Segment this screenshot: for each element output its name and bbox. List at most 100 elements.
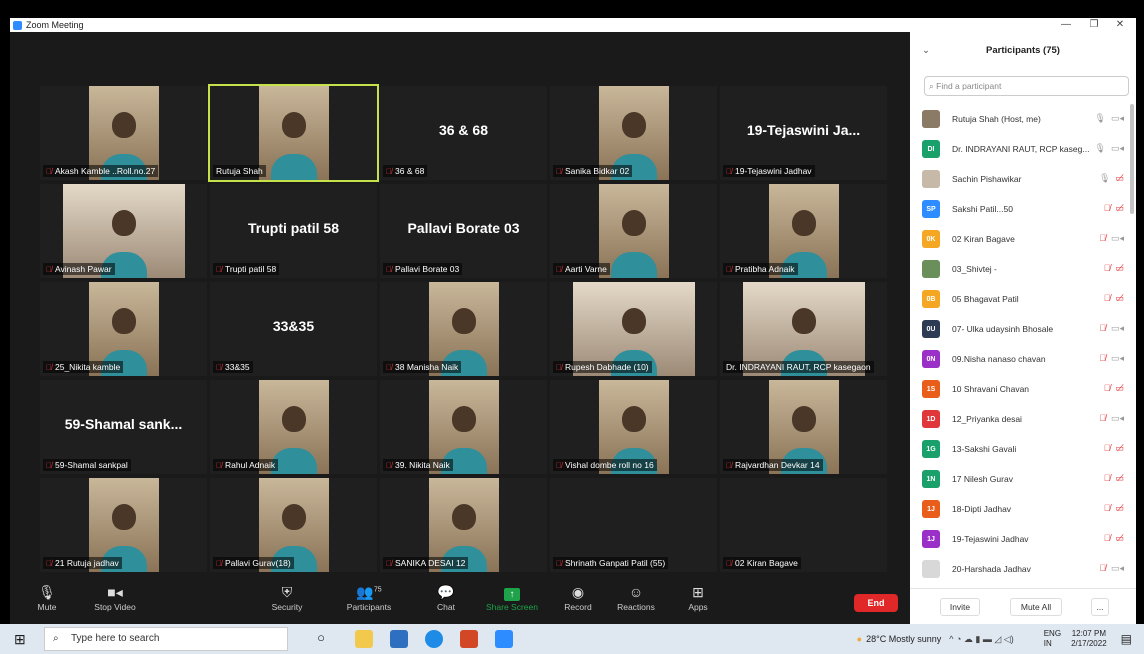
muted-mic-icon[interactable]: 🎙̸ (1104, 443, 1111, 453)
microphone-icon[interactable]: 🎙 (1095, 143, 1106, 153)
video-tile[interactable]: 🎙̸ Shrinath Ganpati Patil (55) (550, 478, 717, 572)
video-tile[interactable]: 36 & 68 🎙̸ 36 & 68 (380, 86, 547, 180)
clock[interactable]: 12:07 PM 2/17/2022 (1071, 629, 1107, 649)
chevron-down-icon[interactable]: ⌄ (922, 32, 930, 70)
muted-mic-icon[interactable]: 🎙̸ (1099, 233, 1106, 243)
camera-off-icon[interactable]: ▭̸ (1115, 533, 1124, 543)
video-tile[interactable]: 🎙̸ Akash Kamble ..Roll.no.27 (40, 86, 207, 180)
participant-row[interactable]: 1J 19-Tejaswini Jadhav 🎙̸ ▭̸ (910, 524, 1136, 554)
muted-mic-icon[interactable]: 🎙̸ (1104, 503, 1111, 513)
participant-row[interactable]: SP Sakshi Patil...50 🎙̸ ▭̸ (910, 194, 1136, 224)
muted-mic-icon[interactable]: 🎙̸ (1099, 353, 1106, 363)
video-tile[interactable]: 🎙̸ Vishal dombe roll no 16 (550, 380, 717, 474)
video-tile[interactable]: 🎙̸ Pratibha Adnaik (720, 184, 887, 278)
camera-icon[interactable]: ▭◂ (1111, 413, 1124, 423)
mail-icon[interactable] (390, 630, 408, 648)
camera-off-icon[interactable]: ▭̸ (1115, 503, 1124, 513)
minimize-icon[interactable]: — (1054, 18, 1078, 32)
mute-all-button[interactable]: Mute All (1010, 598, 1062, 616)
edge-icon[interactable] (425, 630, 443, 648)
participant-row[interactable]: 1S 10 Shravani Chavan 🎙̸ ▭̸ (910, 374, 1136, 404)
security-button[interactable]: ⛨ Security (265, 584, 309, 612)
camera-icon[interactable]: ▭◂ (1111, 353, 1124, 363)
chat-button[interactable]: 💬 Chat (431, 584, 461, 612)
participants-button[interactable]: 👥75 Participants (343, 584, 395, 612)
muted-mic-icon[interactable]: 🎙̸ (1104, 203, 1111, 213)
video-tile[interactable]: 🎙̸ 25_Nikita kamble (40, 282, 207, 376)
video-tile[interactable]: 🎙̸ Sanika Bidkar 02 (550, 86, 717, 180)
participant-row[interactable]: 1D 12_Priyanka desai 🎙̸ ▭◂ (910, 404, 1136, 434)
participant-row[interactable]: 1G 13-Sakshi Gavali 🎙̸ ▭̸ (910, 434, 1136, 464)
participant-row[interactable]: 0K 02 Kiran Bagave 🎙̸ ▭◂ (910, 224, 1136, 254)
notification-icon[interactable]: ▤ (1121, 632, 1132, 646)
camera-off-icon[interactable]: ▭̸ (1115, 263, 1124, 273)
participant-row[interactable]: DI Dr. INDRAYANI RAUT, RCP kaseg... 🎙 ▭◂ (910, 134, 1136, 164)
maximize-icon[interactable]: ❐ (1082, 18, 1106, 32)
camera-off-icon[interactable]: ▭̸ (1115, 203, 1124, 213)
scrollbar[interactable] (1130, 104, 1134, 214)
participant-row[interactable]: 0B 05 Bhagavat Patil 🎙̸ ▭̸ (910, 284, 1136, 314)
participant-row[interactable]: Sachin Pishawikar 🎙 ▭̸ (910, 164, 1136, 194)
video-tile[interactable]: 🎙̸ Rupesh Dabhade (10) (550, 282, 717, 376)
cortana-icon[interactable]: ○ (312, 630, 330, 648)
muted-mic-icon[interactable]: 🎙̸ (1104, 473, 1111, 483)
participant-row[interactable]: 1J 18-Dipti Jadhav 🎙̸ ▭̸ (910, 494, 1136, 524)
video-tile[interactable]: Trupti patil 58 🎙̸ Trupti patil 58 (210, 184, 377, 278)
reactions-button[interactable]: ☺ Reactions (614, 584, 658, 612)
video-tile[interactable]: Dr. INDRAYANI RAUT, RCP kasegaon (720, 282, 887, 376)
video-tile[interactable]: 59-Shamal sank... 🎙̸ 59-Shamal sankpal (40, 380, 207, 474)
video-tile[interactable]: 🎙̸ Rahul Adnaik (210, 380, 377, 474)
language-indicator[interactable]: ENG IN (1044, 629, 1061, 649)
camera-icon[interactable]: ▭◂ (1111, 233, 1124, 243)
stop-video-button[interactable]: ■◂ Stop Video (90, 584, 140, 612)
muted-mic-icon[interactable]: 🎙̸ (1099, 563, 1106, 573)
tray-icons[interactable]: ^ ◔ ☁ ▮ ▬ ◿ ◁) (949, 634, 1013, 645)
participant-row[interactable]: 1N 17 Nilesh Gurav 🎙̸ ▭̸ (910, 464, 1136, 494)
participant-row[interactable]: Rutuja Shah (Host, me) 🎙 ▭◂ (910, 104, 1136, 134)
video-tile[interactable]: 19-Tejaswini Ja... 🎙̸ 19-Tejaswini Jadhav (720, 86, 887, 180)
end-meeting-button[interactable]: End (854, 594, 898, 612)
microphone-icon[interactable]: 🎙 (1095, 113, 1106, 123)
file-explorer-icon[interactable] (355, 630, 373, 648)
participant-search-input[interactable]: ⌕ Find a participant (924, 76, 1129, 96)
camera-off-icon[interactable]: ▭̸ (1115, 173, 1124, 183)
video-tile[interactable]: 🎙̸ Pallavi Gurav(18) (210, 478, 377, 572)
participant-row[interactable]: 03_Shivtej - 🎙̸ ▭̸ (910, 254, 1136, 284)
participant-row[interactable]: 0U 07- Ulka udaysinh Bhosale 🎙̸ ▭◂ (910, 314, 1136, 344)
muted-mic-icon[interactable]: 🎙̸ (1104, 293, 1111, 303)
more-button[interactable]: ... (1091, 598, 1109, 616)
camera-icon[interactable]: ▭◂ (1111, 563, 1124, 573)
video-tile[interactable]: 🎙̸ 38 Manisha Naik (380, 282, 547, 376)
participant-row[interactable]: 20-Harshada Jadhav 🎙̸ ▭◂ (910, 554, 1136, 584)
video-tile[interactable]: 🎙̸ SANIKA DESAI 12 (380, 478, 547, 572)
video-tile[interactable]: Rutuja Shah (208, 84, 379, 182)
camera-off-icon[interactable]: ▭̸ (1115, 473, 1124, 483)
powerpoint-icon[interactable] (460, 630, 478, 648)
video-tile[interactable]: 🎙̸ Avinash Pawar (40, 184, 207, 278)
camera-off-icon[interactable]: ▭̸ (1115, 383, 1124, 393)
camera-off-icon[interactable]: ▭̸ (1115, 443, 1124, 453)
camera-icon[interactable]: ▭◂ (1111, 113, 1124, 123)
video-tile[interactable]: 🎙̸ 02 Kiran Bagave (720, 478, 887, 572)
zoom-app-icon[interactable] (495, 630, 513, 648)
muted-mic-icon[interactable]: 🎙̸ (1099, 323, 1106, 333)
taskbar-search-input[interactable]: ⌕ Type here to search (44, 627, 288, 651)
camera-icon[interactable]: ▭◂ (1111, 143, 1124, 153)
record-button[interactable]: ◉ Record (561, 584, 595, 612)
apps-button[interactable]: ⊞ Apps (684, 584, 712, 612)
video-tile[interactable]: 🎙̸ Rajvardhan Devkar 14 (720, 380, 887, 474)
muted-mic-icon[interactable]: 🎙̸ (1104, 263, 1111, 273)
camera-icon[interactable]: ▭◂ (1111, 323, 1124, 333)
muted-mic-icon[interactable]: 🎙̸ (1104, 533, 1111, 543)
close-icon[interactable]: ✕ (1108, 18, 1132, 32)
share-screen-button[interactable]: ↑ Share Screen (482, 584, 542, 612)
muted-mic-icon[interactable]: 🎙̸ (1099, 413, 1106, 423)
video-tile[interactable]: 🎙̸ Aarti Varne (550, 184, 717, 278)
windows-start-icon[interactable]: ⊞ (14, 631, 26, 648)
camera-off-icon[interactable]: ▭̸ (1115, 293, 1124, 303)
video-tile[interactable]: 🎙̸ 21 Rutuja jadhav (40, 478, 207, 572)
invite-button[interactable]: Invite (940, 598, 980, 616)
microphone-icon[interactable]: 🎙 (1099, 173, 1110, 183)
weather-text[interactable]: 28°C Mostly sunny (866, 634, 941, 644)
video-tile[interactable]: 🎙̸ 39. Nikita Naik (380, 380, 547, 474)
